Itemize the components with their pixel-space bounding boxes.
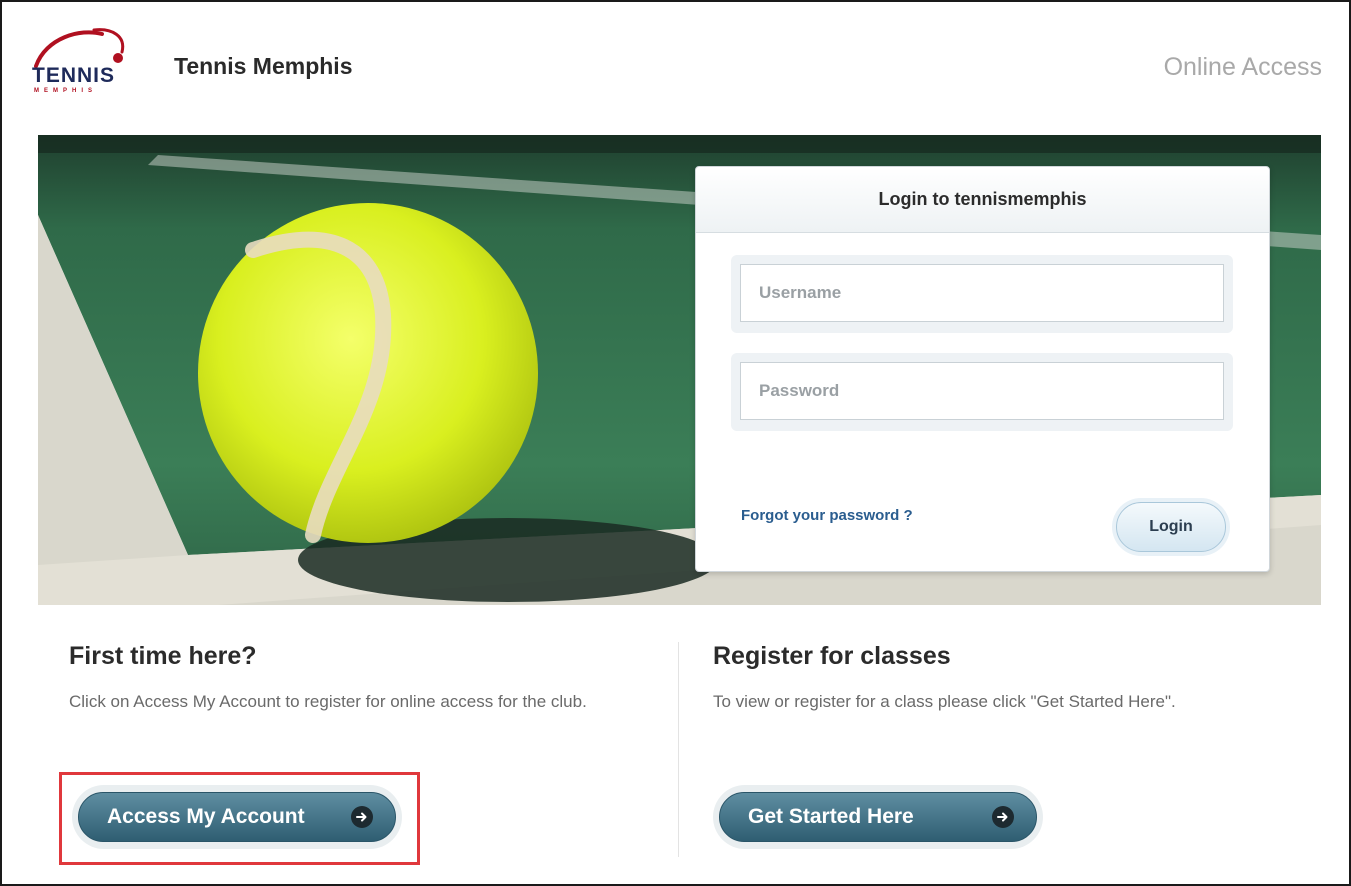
tennis-memphis-logo[interactable]: TENNIS MEMPHIS [32, 26, 132, 102]
first-time-section: First time here? Click on Access My Acco… [69, 642, 659, 713]
online-access-label: Online Access [1163, 53, 1322, 81]
logo-text: TENNIS [32, 64, 116, 87]
register-description: To view or register for a class please c… [713, 692, 1176, 711]
username-input[interactable] [740, 264, 1224, 322]
login-title: Login to tennismemphis [696, 167, 1269, 233]
forgot-password-link[interactable]: Forgot your password ? [741, 507, 913, 524]
password-input[interactable] [740, 362, 1224, 420]
password-field-wrap [731, 353, 1233, 431]
register-section: Register for classes To view or register… [713, 642, 1313, 713]
login-panel: Login to tennismemphis Forgot your passw… [695, 166, 1270, 572]
get-started-here-label: Get Started Here [748, 805, 914, 828]
page-frame: TENNIS MEMPHIS Tennis Memphis Online Acc… [0, 0, 1351, 886]
logo-subtext: MEMPHIS [34, 88, 98, 94]
username-field-wrap [731, 255, 1233, 333]
arrow-right-icon [992, 806, 1014, 828]
arrow-right-icon [351, 806, 373, 828]
register-heading: Register for classes [713, 642, 951, 670]
access-my-account-button[interactable]: Access My Account [78, 792, 396, 842]
brand-title: Tennis Memphis [174, 53, 353, 79]
get-started-button-wrap: Get Started Here [713, 785, 1043, 849]
first-time-heading: First time here? [69, 642, 257, 670]
header: TENNIS MEMPHIS Tennis Memphis Online Acc… [2, 2, 1349, 122]
access-my-account-label: Access My Account [107, 805, 305, 828]
access-account-button-wrap: Access My Account [72, 785, 402, 849]
login-button[interactable]: Login [1116, 502, 1226, 552]
get-started-here-button[interactable]: Get Started Here [719, 792, 1037, 842]
first-time-description: Click on Access My Account to register f… [69, 692, 587, 711]
section-divider [678, 642, 679, 857]
